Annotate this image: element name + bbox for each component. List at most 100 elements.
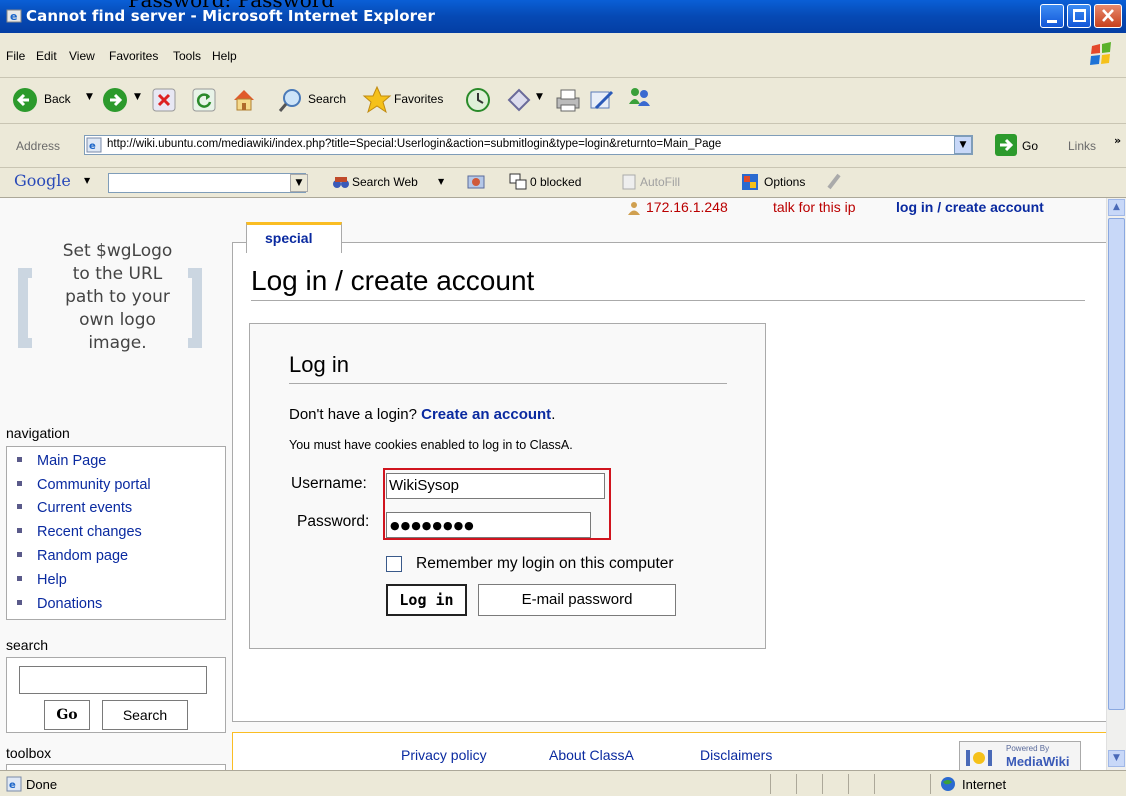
nav-item-recent-changes[interactable]: Recent changes	[17, 524, 142, 540]
nav-item-community-portal[interactable]: Community portal	[17, 477, 151, 493]
ie-icon: e	[6, 9, 22, 23]
search-box: Go Search	[6, 657, 226, 733]
messenger-icon[interactable]	[624, 84, 654, 114]
print-icon[interactable]	[554, 86, 582, 114]
nav-item-current-events[interactable]: Current events	[17, 500, 132, 516]
back-icon[interactable]	[12, 87, 38, 113]
nav-item-label: Donations	[37, 596, 103, 612]
sidebar-search-input[interactable]	[19, 666, 207, 694]
create-account-link[interactable]: Create an account	[421, 406, 551, 423]
menu-view[interactable]: View	[69, 49, 95, 63]
about-link[interactable]: About ClassA	[549, 747, 634, 763]
google-search-input[interactable]	[108, 173, 306, 193]
menu-help[interactable]: Help	[212, 49, 237, 63]
favorites-label[interactable]: Favorites	[394, 92, 443, 106]
go-arrow-icon[interactable]	[994, 133, 1018, 157]
search-go-button[interactable]: Go	[44, 700, 90, 730]
vertical-scrollbar[interactable]: ▲ ▼	[1106, 198, 1126, 770]
remember-checkbox[interactable]	[386, 556, 402, 572]
edit-icon[interactable]	[588, 86, 616, 114]
logo-placeholder[interactable]: Set $wgLogo to the URL path to your own …	[30, 240, 205, 355]
google-menu-dropdown-icon[interactable]: ▼	[84, 176, 90, 185]
email-password-button[interactable]: E-mail password	[478, 584, 676, 616]
bullet	[17, 503, 22, 509]
powered-by-mediawiki-badge[interactable]: Powered By MediaWiki	[959, 741, 1081, 770]
title-divider	[251, 300, 1085, 301]
forward-icon[interactable]	[102, 87, 128, 113]
logo-line: own logo	[79, 310, 156, 330]
scroll-up-arrow-icon[interactable]: ▲	[1108, 199, 1125, 216]
talk-link[interactable]: talk for this ip	[773, 199, 855, 215]
options-icon[interactable]	[740, 172, 760, 192]
google-search-dropdown-icon[interactable]: ▼	[290, 174, 308, 192]
mail-icon[interactable]	[506, 87, 532, 113]
highlight-annotation	[383, 468, 611, 540]
search-label[interactable]: Search	[308, 92, 346, 106]
login-create-link[interactable]: log in / create account	[896, 199, 1044, 215]
tab-special[interactable]: special	[246, 222, 342, 253]
go-label[interactable]: Go	[1022, 139, 1038, 153]
password-label: Password:	[297, 513, 370, 530]
scroll-down-arrow-icon[interactable]: ▼	[1108, 750, 1125, 767]
nav-item-random-page[interactable]: Random page	[17, 548, 128, 564]
forward-dropdown-icon[interactable]: ▼	[134, 92, 141, 102]
content-area: Log in / create account Log in Don't hav…	[232, 242, 1106, 722]
user-ip-link[interactable]: 172.16.1.248	[646, 199, 728, 215]
disclaimers-link[interactable]: Disclaimers	[700, 747, 772, 763]
bullet	[17, 527, 22, 533]
refresh-icon[interactable]	[192, 88, 216, 112]
page-content: 172.16.1.248 talk for this ip log in / c…	[0, 198, 1106, 770]
links-label[interactable]: Links	[1068, 139, 1096, 153]
username-label: Username:	[291, 475, 367, 492]
svg-text:e: e	[9, 780, 16, 791]
toolbox-title: toolbox	[6, 745, 52, 761]
menu-file[interactable]: File	[6, 49, 25, 63]
options-label[interactable]: Options	[764, 175, 805, 189]
blocked-label[interactable]: 0 blocked	[530, 175, 581, 189]
powered-mediawiki-text: MediaWiki	[1006, 754, 1070, 769]
menu-tools[interactable]: Tools	[173, 49, 201, 63]
address-dropdown-icon[interactable]: ▼	[954, 136, 972, 154]
nav-item-help[interactable]: Help	[17, 572, 67, 588]
status-bar	[0, 770, 1126, 796]
back-dropdown-icon[interactable]: ▼	[86, 92, 93, 102]
search-web-dropdown-icon[interactable]: ▼	[438, 177, 444, 186]
footer: Privacy policy About ClassA Disclaimers …	[232, 732, 1106, 770]
minimize-button[interactable]	[1040, 4, 1064, 28]
login-heading: Log in	[289, 352, 349, 377]
binoculars-icon[interactable]	[332, 173, 350, 191]
scroll-thumb[interactable]	[1108, 218, 1125, 710]
maximize-button[interactable]	[1067, 4, 1091, 28]
windows-flag-icon	[1090, 42, 1111, 65]
close-button[interactable]	[1094, 4, 1122, 28]
home-icon[interactable]	[230, 86, 258, 114]
mail-dropdown-icon[interactable]: ▼	[536, 92, 543, 102]
nav-item-label: Main Page	[37, 453, 107, 469]
highlighter-icon[interactable]	[826, 172, 842, 190]
status-divider	[874, 774, 875, 794]
status-divider	[930, 774, 931, 794]
login-button[interactable]: Log in	[386, 584, 467, 616]
address-input[interactable]: http://wiki.ubuntu.com/mediawiki/index.p…	[84, 135, 973, 155]
popup-blocker-icon[interactable]	[508, 172, 528, 192]
search-search-button[interactable]: Search	[102, 700, 188, 730]
history-icon[interactable]	[464, 86, 492, 114]
nav-item-main-page[interactable]: Main Page	[17, 453, 106, 469]
menu-favorites[interactable]: Favorites	[109, 49, 158, 63]
favorites-star-icon[interactable]	[362, 85, 392, 115]
autofill-label[interactable]: AutoFill	[640, 175, 680, 189]
cookies-note: You must have cookies enabled to log in …	[289, 438, 573, 452]
pagerank-icon[interactable]	[466, 172, 486, 192]
nav-item-donations[interactable]: Donations	[17, 596, 102, 612]
status-divider	[796, 774, 797, 794]
google-logo[interactable]: Google	[14, 171, 71, 190]
autofill-icon[interactable]	[620, 172, 638, 190]
back-label[interactable]: Back	[44, 92, 71, 106]
stop-icon[interactable]	[152, 88, 176, 112]
remember-label[interactable]: Remember my login on this computer	[416, 555, 674, 573]
menu-edit[interactable]: Edit	[36, 49, 57, 63]
search-web-label[interactable]: Search Web	[352, 175, 418, 189]
privacy-link[interactable]: Privacy policy	[401, 747, 487, 763]
chevron-more-icon[interactable]: »	[1114, 134, 1121, 147]
search-icon[interactable]	[278, 87, 304, 113]
